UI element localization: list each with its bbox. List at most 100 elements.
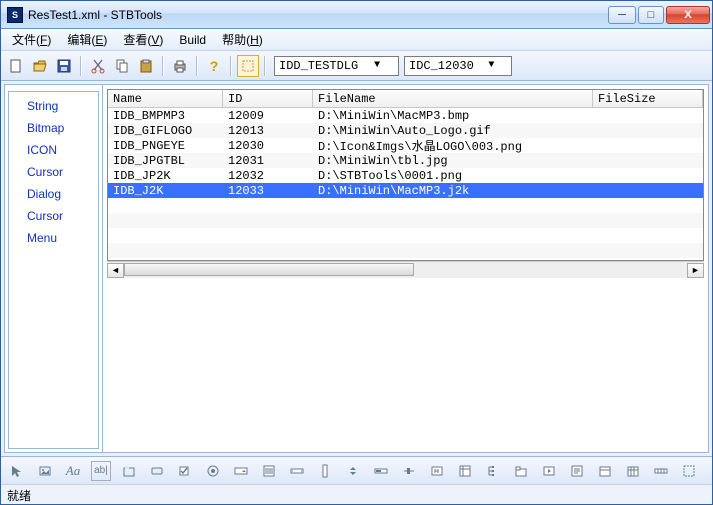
sidebar-item[interactable]: Cursor	[9, 161, 98, 183]
combobox-tool-icon[interactable]	[231, 461, 251, 481]
cell-id: 12013	[223, 124, 313, 138]
listctrl-tool-icon[interactable]	[455, 461, 475, 481]
close-button[interactable]: X	[666, 6, 710, 24]
cell-name: IDB_J2K	[108, 184, 223, 198]
status-bar: 就绪	[1, 484, 712, 504]
richedit-tool-icon[interactable]	[567, 461, 587, 481]
list-header[interactable]: Name ID FileName FileSize	[108, 90, 703, 108]
sidebar-item[interactable]: ICON	[9, 139, 98, 161]
control-palette: Aa ab|	[1, 456, 712, 484]
treectrl-tool-icon[interactable]	[483, 461, 503, 481]
sidebar-item[interactable]: String	[9, 95, 98, 117]
scroll-track[interactable]	[124, 263, 687, 278]
animate-tool-icon[interactable]	[539, 461, 559, 481]
cell-id: 12032	[223, 169, 313, 183]
client-area: StringBitmapICONCursorDialogCursorMenu N…	[4, 84, 709, 453]
col-header-file[interactable]: FileName	[313, 90, 593, 107]
menubar: 文件(F) 编辑(E) 查看(V) Build 帮助(H)	[1, 29, 712, 51]
edit-tool-icon[interactable]: ab|	[91, 461, 111, 481]
cell-file: D:\MiniWin\MacMP3.bmp	[313, 109, 593, 123]
sidebar-tree[interactable]: StringBitmapICONCursorDialogCursorMenu	[8, 91, 99, 449]
cell-name: IDB_BMPMP3	[108, 109, 223, 123]
cell-file: D:\MiniWin\Auto_Logo.gif	[313, 124, 593, 138]
cell-name: IDB_PNGEYE	[108, 139, 223, 153]
cut-icon[interactable]	[87, 55, 109, 77]
resource-list[interactable]: Name ID FileName FileSize IDB_BMPMP31200…	[107, 89, 704, 261]
horizontal-scrollbar[interactable]: ◄ ►	[107, 261, 704, 278]
cell-id: 12009	[223, 109, 313, 123]
button-tool-icon[interactable]	[147, 461, 167, 481]
hotkey-tool-icon[interactable]	[427, 461, 447, 481]
app-icon: S	[7, 7, 23, 23]
sidebar-item[interactable]: Bitmap	[9, 117, 98, 139]
sidebar-item[interactable]: Dialog	[9, 183, 98, 205]
spin-tool-icon[interactable]	[343, 461, 363, 481]
col-header-name[interactable]: Name	[108, 90, 223, 107]
combo-dialog-id[interactable]: IDD_TESTDLG▼	[274, 56, 399, 76]
help-icon[interactable]: ?	[203, 55, 225, 77]
custom-tool-icon[interactable]	[679, 461, 699, 481]
cell-id: 12030	[223, 139, 313, 153]
listbox-tool-icon[interactable]	[259, 461, 279, 481]
minimize-button[interactable]: ─	[608, 6, 636, 24]
chevron-down-icon: ▼	[474, 60, 509, 71]
slider-tool-icon[interactable]	[399, 461, 419, 481]
cell-file: D:\MiniWin\MacMP3.j2k	[313, 184, 593, 198]
image-tool-icon[interactable]	[35, 461, 55, 481]
copy-icon[interactable]	[111, 55, 133, 77]
open-file-icon[interactable]	[29, 55, 51, 77]
cell-id: 12031	[223, 154, 313, 168]
tab-tool-icon[interactable]	[511, 461, 531, 481]
main-panel: Name ID FileName FileSize IDB_BMPMP31200…	[103, 85, 708, 452]
pointer-tool-icon[interactable]	[7, 461, 27, 481]
checkbox-tool-icon[interactable]	[175, 461, 195, 481]
menu-file[interactable]: 文件(F)	[5, 29, 58, 50]
menu-build[interactable]: Build	[172, 31, 213, 49]
table-row[interactable]: IDB_JP2K12032D:\STBTools\0001.png	[108, 168, 703, 183]
combo-control-id[interactable]: IDC_12030▼	[404, 56, 512, 76]
scroll-right-icon[interactable]: ►	[687, 263, 704, 278]
table-row[interactable]: IDB_BMPMP312009D:\MiniWin\MacMP3.bmp	[108, 108, 703, 123]
hscroll-tool-icon[interactable]	[287, 461, 307, 481]
sidebar: StringBitmapICONCursorDialogCursorMenu	[5, 85, 103, 452]
label-tool-icon[interactable]: Aa	[63, 461, 83, 481]
col-header-size[interactable]: FileSize	[593, 90, 703, 107]
menu-view[interactable]: 查看(V)	[116, 29, 170, 50]
progress-tool-icon[interactable]	[371, 461, 391, 481]
cell-id: 12033	[223, 184, 313, 198]
table-row[interactable]: IDB_JPGTBL12031D:\MiniWin\tbl.jpg	[108, 153, 703, 168]
menu-edit[interactable]: 编辑(E)	[60, 29, 114, 50]
print-icon[interactable]	[169, 55, 191, 77]
selection-tool-icon[interactable]	[237, 55, 259, 77]
chevron-down-icon: ▼	[358, 60, 396, 71]
ipaddr-tool-icon[interactable]	[651, 461, 671, 481]
col-header-id[interactable]: ID	[223, 90, 313, 107]
cell-name: IDB_JPGTBL	[108, 154, 223, 168]
scroll-thumb[interactable]	[124, 263, 414, 276]
table-row[interactable]: IDB_PNGEYE12030D:\Icon&Imgs\水晶LOGO\003.p…	[108, 138, 703, 153]
sidebar-item[interactable]: Menu	[9, 227, 98, 249]
cell-name: IDB_JP2K	[108, 169, 223, 183]
table-row[interactable]: IDB_J2K12033D:\MiniWin\MacMP3.j2k	[108, 183, 703, 198]
cell-file: D:\STBTools\0001.png	[313, 169, 593, 183]
titlebar[interactable]: S ResTest1.xml - STBTools ─ □ X	[1, 1, 712, 29]
datetime-tool-icon[interactable]	[595, 461, 615, 481]
sidebar-item[interactable]: Cursor	[9, 205, 98, 227]
table-row[interactable]: IDB_GIFLOGO12013D:\MiniWin\Auto_Logo.gif	[108, 123, 703, 138]
vscroll-tool-icon[interactable]	[315, 461, 335, 481]
maximize-button[interactable]: □	[638, 6, 664, 24]
month-tool-icon[interactable]	[623, 461, 643, 481]
paste-icon[interactable]	[135, 55, 157, 77]
app-window: S ResTest1.xml - STBTools ─ □ X 文件(F) 编辑…	[0, 0, 713, 505]
new-file-icon[interactable]	[5, 55, 27, 77]
list-body[interactable]: IDB_BMPMP312009D:\MiniWin\MacMP3.bmpIDB_…	[108, 108, 703, 260]
cell-file: D:\MiniWin\tbl.jpg	[313, 154, 593, 168]
menu-help[interactable]: 帮助(H)	[215, 29, 270, 50]
groupbox-tool-icon[interactable]	[119, 461, 139, 481]
cell-name: IDB_GIFLOGO	[108, 124, 223, 138]
scroll-left-icon[interactable]: ◄	[107, 263, 124, 278]
radio-tool-icon[interactable]	[203, 461, 223, 481]
save-file-icon[interactable]	[53, 55, 75, 77]
toolbar: ? IDD_TESTDLG▼ IDC_12030▼	[1, 51, 712, 81]
window-title: ResTest1.xml - STBTools	[28, 8, 608, 22]
